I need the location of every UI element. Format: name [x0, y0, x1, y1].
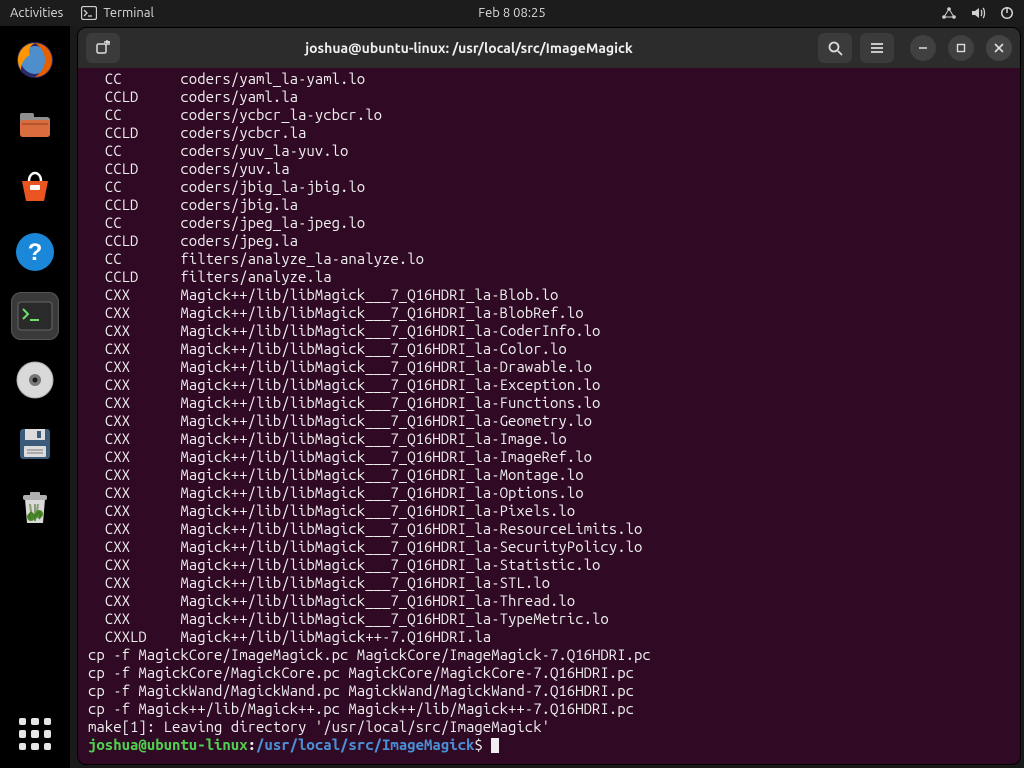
top-panel: Activities Terminal Feb 8 08:25: [0, 0, 1024, 26]
terminal-line: CXX Magick++/lib/libMagick___7_Q16HDRI_l…: [88, 592, 1010, 610]
terminal-line: cp -f MagickCore/ImageMagick.pc MagickCo…: [88, 646, 1010, 664]
show-applications[interactable]: [15, 714, 55, 754]
terminal-line: CCLD coders/jbig.la: [88, 196, 1010, 214]
terminal-line: CXX Magick++/lib/libMagick___7_Q16HDRI_l…: [88, 502, 1010, 520]
dock-trash[interactable]: [11, 484, 59, 532]
minimize-button[interactable]: [910, 35, 936, 61]
dock-help[interactable]: ?: [11, 228, 59, 276]
terminal-line: make[1]: Leaving directory '/usr/local/s…: [88, 718, 1010, 736]
close-button[interactable]: [986, 35, 1012, 61]
active-app-indicator[interactable]: Terminal: [81, 6, 154, 20]
clock[interactable]: Feb 8 08:25: [478, 6, 545, 20]
prompt-line[interactable]: joshua@ubuntu-linux:/usr/local/src/Image…: [88, 736, 1010, 754]
power-icon[interactable]: [1000, 6, 1014, 20]
terminal-line: CXX Magick++/lib/libMagick___7_Q16HDRI_l…: [88, 394, 1010, 412]
active-app-label: Terminal: [103, 6, 154, 20]
terminal-line: CXX Magick++/lib/libMagick___7_Q16HDRI_l…: [88, 430, 1010, 448]
terminal-line: CXX Magick++/lib/libMagick___7_Q16HDRI_l…: [88, 358, 1010, 376]
terminal-line: CXXLD Magick++/lib/libMagick++-7.Q16HDRI…: [88, 628, 1010, 646]
maximize-button[interactable]: [948, 35, 974, 61]
activities-button[interactable]: Activities: [10, 6, 63, 20]
terminal-line: CXX Magick++/lib/libMagick___7_Q16HDRI_l…: [88, 466, 1010, 484]
svg-text:?: ?: [28, 239, 43, 266]
search-button[interactable]: [818, 33, 852, 63]
cursor: [491, 738, 499, 753]
new-tab-button[interactable]: [86, 33, 120, 63]
dock: ?: [0, 26, 70, 768]
terminal-line: CXX Magick++/lib/libMagick___7_Q16HDRI_l…: [88, 538, 1010, 556]
terminal-line: CXX Magick++/lib/libMagick___7_Q16HDRI_l…: [88, 484, 1010, 502]
terminal-line: CXX Magick++/lib/libMagick___7_Q16HDRI_l…: [88, 286, 1010, 304]
terminal-line: cp -f MagickCore/MagickCore.pc MagickCor…: [88, 664, 1010, 682]
terminal-line: CCLD coders/jpeg.la: [88, 232, 1010, 250]
terminal-line: CXX Magick++/lib/libMagick___7_Q16HDRI_l…: [88, 556, 1010, 574]
terminal-line: CC coders/yuv_la-yuv.lo: [88, 142, 1010, 160]
terminal-line: CCLD filters/analyze.la: [88, 268, 1010, 286]
terminal-line: CCLD coders/ycbcr.la: [88, 124, 1010, 142]
terminal-output[interactable]: CC coders/yaml_la-yaml.lo CCLD coders/ya…: [78, 68, 1020, 764]
prompt-dollar: $: [474, 736, 491, 753]
terminal-line: CXX Magick++/lib/libMagick___7_Q16HDRI_l…: [88, 574, 1010, 592]
hamburger-menu[interactable]: [860, 33, 894, 63]
sound-icon[interactable]: [971, 6, 986, 20]
dock-disc[interactable]: [11, 356, 59, 404]
terminal-line: CC coders/jpeg_la-jpeg.lo: [88, 214, 1010, 232]
dock-save[interactable]: [11, 420, 59, 468]
prompt-userhost: joshua@ubuntu-linux: [88, 736, 248, 753]
terminal-window: joshua@ubuntu-linux: /usr/local/src/Imag…: [78, 28, 1020, 764]
terminal-line: CC coders/jbig_la-jbig.lo: [88, 178, 1010, 196]
terminal-line: CC filters/analyze_la-analyze.lo: [88, 250, 1010, 268]
network-icon[interactable]: [941, 6, 957, 20]
terminal-line: CXX Magick++/lib/libMagick___7_Q16HDRI_l…: [88, 376, 1010, 394]
terminal-line: CC coders/yaml_la-yaml.lo: [88, 70, 1010, 88]
dock-firefox[interactable]: [11, 36, 59, 84]
terminal-icon: [81, 6, 97, 20]
dock-files[interactable]: [11, 100, 59, 148]
terminal-line: cp -f Magick++/lib/Magick++.pc Magick++/…: [88, 700, 1010, 718]
terminal-line: CXX Magick++/lib/libMagick___7_Q16HDRI_l…: [88, 322, 1010, 340]
terminal-line: CXX Magick++/lib/libMagick___7_Q16HDRI_l…: [88, 520, 1010, 538]
terminal-line: CXX Magick++/lib/libMagick___7_Q16HDRI_l…: [88, 412, 1010, 430]
prompt-colon: :: [248, 736, 256, 753]
terminal-line: CCLD coders/yuv.la: [88, 160, 1010, 178]
terminal-line: CXX Magick++/lib/libMagick___7_Q16HDRI_l…: [88, 610, 1010, 628]
terminal-line: CCLD coders/yaml.la: [88, 88, 1010, 106]
terminal-line: cp -f MagickWand/MagickWand.pc MagickWan…: [88, 682, 1010, 700]
prompt-cwd: /usr/local/src/ImageMagick: [256, 736, 474, 753]
terminal-line: CXX Magick++/lib/libMagick___7_Q16HDRI_l…: [88, 448, 1010, 466]
window-title: joshua@ubuntu-linux: /usr/local/src/Imag…: [128, 40, 810, 56]
titlebar: joshua@ubuntu-linux: /usr/local/src/Imag…: [78, 28, 1020, 68]
dock-terminal[interactable]: [11, 292, 59, 340]
terminal-line: CC coders/ycbcr_la-ycbcr.lo: [88, 106, 1010, 124]
terminal-line: CXX Magick++/lib/libMagick___7_Q16HDRI_l…: [88, 340, 1010, 358]
terminal-line: CXX Magick++/lib/libMagick___7_Q16HDRI_l…: [88, 304, 1010, 322]
dock-software[interactable]: [11, 164, 59, 212]
